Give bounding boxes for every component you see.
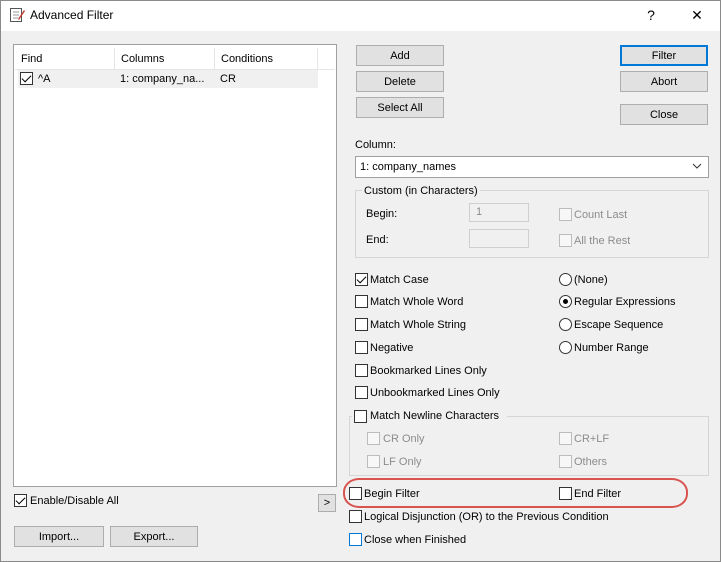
filter-button[interactable]: Filter <box>620 45 708 66</box>
logical-or-checkbox[interactable] <box>349 510 362 523</box>
crlf-checkbox[interactable] <box>559 432 572 445</box>
negative-label: Negative <box>370 342 414 354</box>
all-the-rest-checkbox[interactable] <box>559 234 572 247</box>
end-label: End: <box>366 234 389 246</box>
help-button[interactable]: ? <box>628 0 674 31</box>
column-select[interactable]: 1: company_names <box>355 156 709 178</box>
add-button[interactable]: Add <box>356 45 444 66</box>
match-whole-string-checkbox[interactable] <box>355 318 368 331</box>
row-checkbox[interactable] <box>20 72 33 85</box>
end-input[interactable] <box>469 229 529 248</box>
mode-none-radio[interactable] <box>559 273 572 286</box>
bookmarked-lines-checkbox[interactable] <box>355 364 368 377</box>
app-icon <box>10 8 25 22</box>
column-header-conditions[interactable]: Conditions <box>215 48 318 70</box>
enable-disable-all-checkbox[interactable] <box>14 494 27 507</box>
logical-or-label: Logical Disjunction (OR) to the Previous… <box>364 511 609 523</box>
others-label: Others <box>574 456 608 468</box>
row-column: 1: company_na... <box>120 73 205 85</box>
match-whole-word-label: Match Whole Word <box>370 296 464 308</box>
mode-regex-label: Regular Expressions <box>574 296 676 308</box>
begin-filter-label: Begin Filter <box>364 488 420 500</box>
close-button[interactable]: Close <box>620 104 708 125</box>
unbookmarked-lines-checkbox[interactable] <box>355 386 368 399</box>
count-last-checkbox[interactable] <box>559 208 572 221</box>
lf-only-label: LF Only <box>383 456 422 468</box>
close-window-button[interactable]: ✕ <box>674 0 720 31</box>
match-case-label: Match Case <box>370 274 429 286</box>
list-item[interactable]: ^A 1: company_na... CR <box>18 70 318 88</box>
column-label: Column: <box>355 139 396 151</box>
chevron-down-icon <box>692 157 702 177</box>
export-button[interactable]: Export... <box>110 526 198 547</box>
select-all-button[interactable]: Select All <box>356 97 444 118</box>
match-newline-label: Match Newline Characters <box>370 410 499 422</box>
match-whole-string-label: Match Whole String <box>370 319 466 331</box>
cr-only-label: CR Only <box>383 433 425 445</box>
enable-disable-all-label: Enable/Disable All <box>30 495 119 507</box>
begin-input[interactable]: 1 <box>469 203 529 222</box>
begin-label: Begin: <box>366 208 398 220</box>
mode-number-range-label: Number Range <box>574 342 649 354</box>
abort-button[interactable]: Abort <box>620 71 708 92</box>
mode-number-range-radio[interactable] <box>559 341 572 354</box>
cr-only-checkbox[interactable] <box>367 432 380 445</box>
mode-escape-radio[interactable] <box>559 318 572 331</box>
mode-none-label: (None) <box>574 274 608 286</box>
bookmarked-lines-label: Bookmarked Lines Only <box>370 365 487 377</box>
newline-group-title: Match Newline Characters <box>352 409 507 423</box>
list-header: Find Columns Conditions <box>15 48 335 70</box>
filter-list[interactable]: Find Columns Conditions ^A 1: company_na… <box>13 44 337 487</box>
all-the-rest-label: All the Rest <box>574 235 631 247</box>
custom-group-title: Custom (in Characters) <box>362 184 480 198</box>
end-filter-label: End Filter <box>574 488 622 500</box>
move-right-button[interactable]: > <box>318 494 336 512</box>
column-header-find[interactable]: Find <box>15 48 115 70</box>
close-when-finished-checkbox[interactable] <box>349 533 362 546</box>
crlf-label: CR+LF <box>574 433 610 445</box>
column-header-columns[interactable]: Columns <box>115 48 215 70</box>
delete-button[interactable]: Delete <box>356 71 444 92</box>
count-last-label: Count Last <box>574 209 628 221</box>
unbookmarked-lines-label: Unbookmarked Lines Only <box>370 387 500 399</box>
negative-checkbox[interactable] <box>355 341 368 354</box>
title-bar: Advanced Filter ? ✕ <box>0 0 721 31</box>
begin-filter-checkbox[interactable] <box>349 487 362 500</box>
window-title: Advanced Filter <box>30 8 114 22</box>
import-button[interactable]: Import... <box>14 526 104 547</box>
row-find: ^A <box>38 73 51 85</box>
mode-escape-label: Escape Sequence <box>574 319 664 331</box>
match-whole-word-checkbox[interactable] <box>355 295 368 308</box>
column-select-value: 1: company_names <box>360 161 456 173</box>
others-checkbox[interactable] <box>559 455 572 468</box>
row-condition: CR <box>220 73 236 85</box>
end-filter-checkbox[interactable] <box>559 487 572 500</box>
close-when-finished-label: Close when Finished <box>364 534 467 546</box>
match-newline-checkbox[interactable] <box>354 409 367 423</box>
match-case-checkbox[interactable] <box>355 273 368 286</box>
mode-regex-radio[interactable] <box>559 295 572 308</box>
custom-group <box>355 190 709 258</box>
lf-only-checkbox[interactable] <box>367 455 380 468</box>
